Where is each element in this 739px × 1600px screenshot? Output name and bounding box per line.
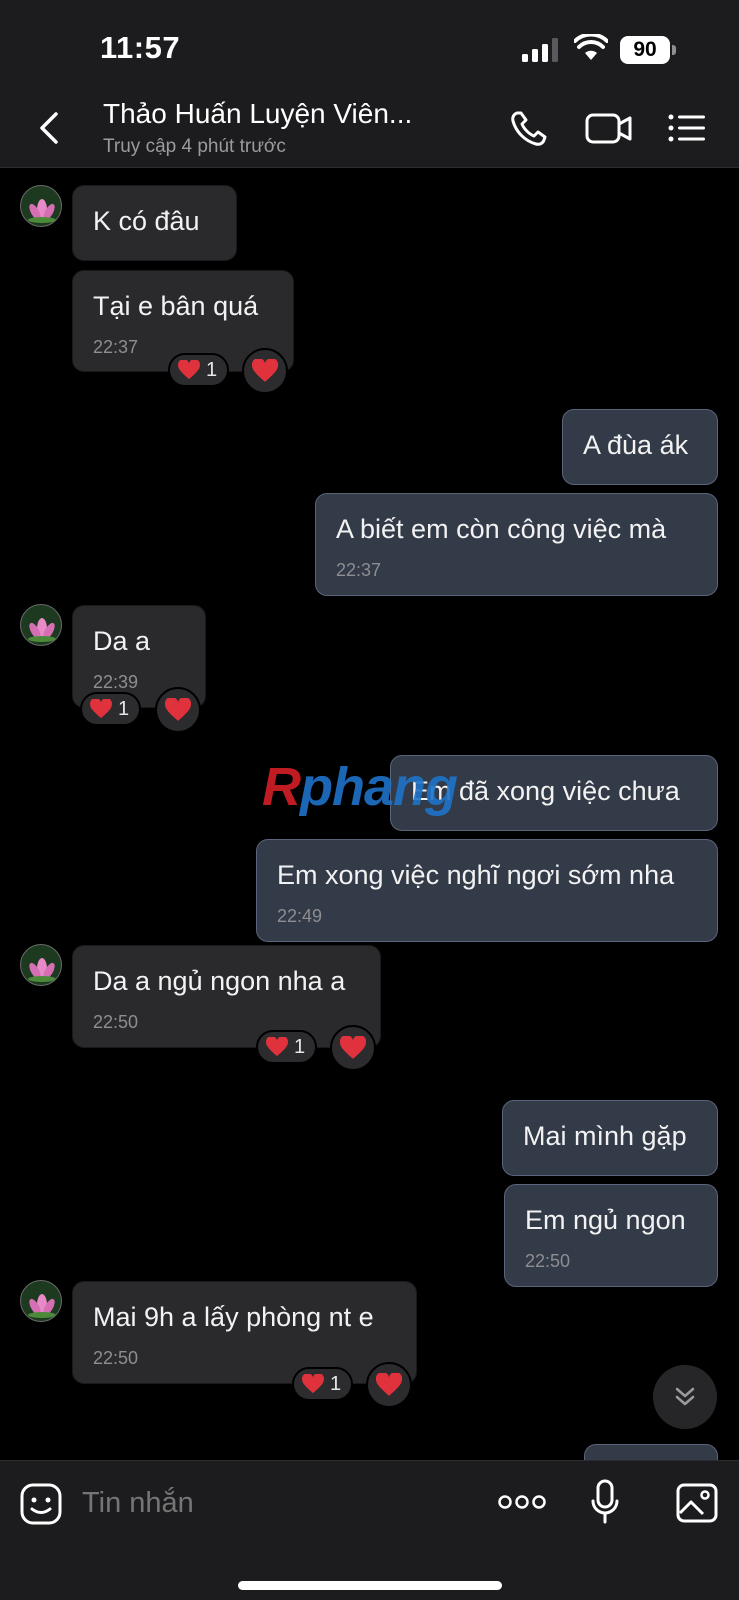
react-heart-button[interactable] <box>242 348 288 394</box>
status-bar: 11:57 90 <box>0 0 739 90</box>
reaction-summary[interactable]: 1 <box>168 353 230 387</box>
message-bubble[interactable]: Mai 9h a lấy phòng nt e 22:50 <box>72 1281 417 1384</box>
message-text: Em ngủ ngon <box>525 1205 686 1235</box>
message-bubble[interactable]: A đùa ák <box>562 409 718 485</box>
wifi-icon <box>574 34 608 60</box>
lotus-icon <box>28 199 56 223</box>
battery-tip <box>672 45 676 55</box>
message-text: A đùa ák <box>583 430 689 460</box>
cellular-signal-icon <box>522 38 558 62</box>
phone-icon[interactable] <box>508 108 552 148</box>
scroll-to-bottom-button[interactable] <box>653 1365 717 1429</box>
message-list[interactable]: K có đâu Tại e bân quá 22:37 1 A đùa ák … <box>0 168 739 1460</box>
message-text: Da a <box>93 626 151 656</box>
sticker-face-icon[interactable] <box>20 1483 62 1525</box>
reaction-count: 1 <box>330 1372 342 1395</box>
message-time: 22:39 <box>93 672 139 692</box>
reaction-count: 1 <box>206 358 218 381</box>
heart-icon <box>252 359 278 382</box>
battery-level: 90 <box>620 36 670 64</box>
message-time: 22:37 <box>336 560 382 580</box>
message-text: K có đâu <box>93 206 200 236</box>
message-bubble[interactable]: A biết em còn công việc mà 22:37 <box>315 493 718 596</box>
contact-avatar[interactable] <box>20 944 62 986</box>
message-time: 22:50 <box>93 1012 139 1032</box>
image-gallery-icon[interactable] <box>676 1483 718 1523</box>
message-text: Da a ngủ ngon nha a <box>93 966 346 996</box>
status-time: 11:57 <box>100 30 181 65</box>
battery-indicator: 90 <box>620 36 676 64</box>
microphone-icon[interactable] <box>590 1479 620 1525</box>
heart-icon <box>178 360 200 380</box>
message-text: A biết em còn công việc mà <box>336 514 667 544</box>
message-time: 22:50 <box>525 1251 571 1271</box>
home-indicator[interactable] <box>238 1581 502 1590</box>
heart-icon <box>165 698 191 721</box>
message-input[interactable] <box>82 1487 462 1520</box>
message-bubble-partial[interactable] <box>584 1444 718 1460</box>
reaction-count: 1 <box>294 1035 306 1058</box>
contact-avatar[interactable] <box>20 604 62 646</box>
message-composer <box>0 1460 739 1600</box>
message-time: 22:49 <box>277 906 323 926</box>
reaction-summary[interactable]: 1 <box>256 1030 318 1064</box>
message-bubble[interactable]: Mai mình gặp <box>502 1100 718 1176</box>
lotus-icon <box>28 958 56 982</box>
message-bubble[interactable]: Em ngủ ngon 22:50 <box>504 1184 718 1287</box>
message-text: Mai 9h a lấy phòng nt e <box>93 1302 374 1332</box>
chat-header: Thảo Huấn Luyện Viên... Truy cập 4 phút … <box>0 90 739 168</box>
message-text: Tại e bân quá <box>93 291 259 321</box>
heart-icon <box>376 1373 402 1396</box>
contact-avatar[interactable] <box>20 1280 62 1322</box>
lotus-icon <box>28 1294 56 1318</box>
reaction-summary[interactable]: 1 <box>292 1367 354 1401</box>
message-bubble[interactable]: Em xong việc nghĩ ngơi sớm nha 22:49 <box>256 839 718 942</box>
heart-icon <box>302 1374 324 1394</box>
react-heart-button[interactable] <box>330 1025 376 1071</box>
message-text: Em xong việc nghĩ ngơi sớm nha <box>277 860 675 890</box>
message-time: 22:50 <box>93 1348 139 1368</box>
heart-icon <box>266 1037 288 1057</box>
lotus-icon <box>28 618 56 642</box>
heart-icon <box>90 699 112 719</box>
video-camera-icon[interactable] <box>585 108 633 148</box>
react-heart-button[interactable] <box>155 687 201 733</box>
last-seen-status: Truy cập 4 phút trước <box>103 136 286 157</box>
message-bubble[interactable]: K có đâu <box>72 185 237 261</box>
react-heart-button[interactable] <box>366 1362 412 1408</box>
reaction-count: 1 <box>118 697 130 720</box>
reaction-summary[interactable]: 1 <box>80 692 142 726</box>
message-text: Mai mình gặp <box>523 1121 687 1151</box>
message-time: 22:37 <box>93 337 139 357</box>
back-chevron-icon[interactable] <box>30 108 70 148</box>
chevron-double-down-icon <box>675 1387 695 1406</box>
contact-name[interactable]: Thảo Huấn Luyện Viên... <box>103 98 412 130</box>
more-dots-icon[interactable] <box>498 1491 546 1513</box>
list-menu-icon[interactable] <box>667 108 707 148</box>
contact-avatar[interactable] <box>20 185 62 227</box>
heart-icon <box>340 1036 366 1059</box>
watermark-logo: Rphang <box>262 757 458 817</box>
